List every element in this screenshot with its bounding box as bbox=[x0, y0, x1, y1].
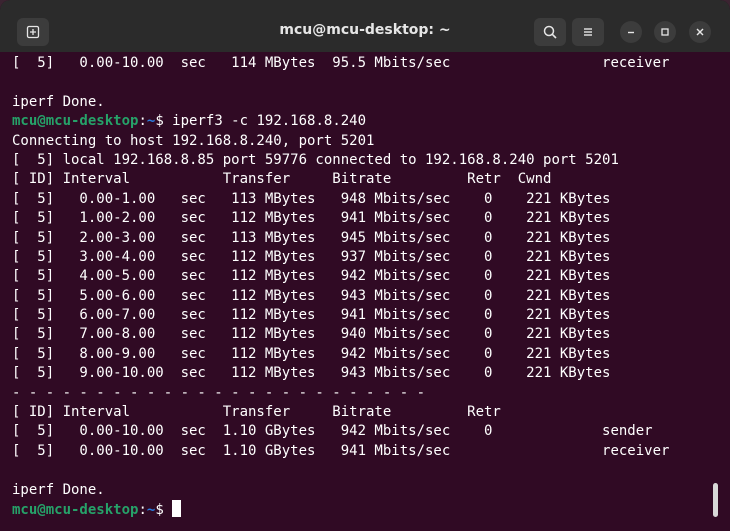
terminal-line: mcu@mcu-desktop:~$ iperf3 -c 192.168.8.2… bbox=[12, 112, 712, 131]
search-icon bbox=[543, 25, 557, 39]
terminal-line: [ 5] local 192.168.8.85 port 59776 conne… bbox=[12, 151, 619, 168]
terminal-line: [ 5] 8.00-9.00 sec 112 MBytes 942 Mbits/… bbox=[12, 345, 611, 362]
close-icon bbox=[696, 28, 704, 36]
minimize-button[interactable] bbox=[620, 21, 642, 43]
maximize-button[interactable] bbox=[654, 21, 676, 43]
terminal-line: [ 5] 7.00-8.00 sec 112 MBytes 940 Mbits/… bbox=[12, 326, 611, 343]
terminal-line: [ 5] 0.00-10.00 sec 1.10 GBytes 941 Mbit… bbox=[12, 442, 670, 459]
terminal-line: [ 5] 1.00-2.00 sec 112 MBytes 941 Mbits/… bbox=[12, 210, 611, 227]
terminal-lines: [ 5] 0.00-10.00 sec 114 MBytes 95.5 Mbit… bbox=[12, 54, 712, 519]
prompt-separator: : bbox=[138, 113, 147, 130]
prompt-user-host: mcu@mcu-desktop bbox=[12, 113, 139, 130]
menu-button[interactable] bbox=[572, 18, 604, 46]
terminal-line: [ 5] 3.00-4.00 sec 112 MBytes 937 Mbits/… bbox=[12, 248, 611, 265]
terminal-line: [ 5] 5.00-6.00 sec 112 MBytes 943 Mbits/… bbox=[12, 287, 611, 304]
hamburger-menu-icon bbox=[584, 28, 592, 36]
prompt-symbol: $ bbox=[155, 501, 173, 518]
prompt-separator: : bbox=[138, 501, 147, 518]
terminal-line: Connecting to host 192.168.8.240, port 5… bbox=[12, 132, 375, 149]
close-button[interactable] bbox=[689, 21, 711, 43]
terminal-line: - - - - - - - - - - - - - - - - - - - - … bbox=[12, 384, 426, 401]
search-button[interactable] bbox=[534, 18, 566, 46]
terminal-line: [ ID] Interval Transfer Bitrate Retr bbox=[12, 404, 501, 421]
terminal-line: [ ID] Interval Transfer Bitrate Retr Cwn… bbox=[12, 171, 552, 188]
terminal-line: [ 5] 6.00-7.00 sec 112 MBytes 941 Mbits/… bbox=[12, 307, 611, 324]
prompt-user-host: mcu@mcu-desktop bbox=[12, 501, 139, 518]
terminal-line: [ 5] 4.00-5.00 sec 112 MBytes 942 Mbits/… bbox=[12, 268, 611, 285]
terminal-output-area[interactable]: [ 5] 0.00-10.00 sec 114 MBytes 95.5 Mbit… bbox=[0, 52, 730, 531]
text-cursor bbox=[172, 499, 182, 517]
title-bar: mcu@mcu-desktop: ~ bbox=[0, 0, 730, 52]
terminal-line: [ 5] 0.00-1.00 sec 113 MBytes 948 Mbits/… bbox=[12, 190, 611, 207]
terminal-line: [ 5] 0.00-10.00 sec 114 MBytes 95.5 Mbit… bbox=[12, 55, 670, 71]
scrollbar-thumb[interactable] bbox=[713, 483, 718, 517]
command-text: iperf3 -c 192.168.8.240 bbox=[172, 113, 367, 130]
minimize-icon bbox=[628, 31, 634, 34]
terminal-line: iperf Done. bbox=[12, 93, 105, 110]
terminal-line: [ 5] 0.00-10.00 sec 1.10 GBytes 942 Mbit… bbox=[12, 423, 653, 440]
prompt-symbol: $ bbox=[155, 113, 173, 130]
terminal-line: mcu@mcu-desktop:~$ bbox=[12, 499, 712, 519]
terminal-line: iperf Done. bbox=[12, 481, 105, 498]
maximize-icon bbox=[661, 28, 669, 36]
terminal-line: [ 5] 2.00-3.00 sec 113 MBytes 945 Mbits/… bbox=[12, 229, 611, 246]
terminal-line: [ 5] 9.00-10.00 sec 112 MBytes 943 Mbits… bbox=[12, 365, 611, 382]
terminal-window: mcu@mcu-desktop: ~ [5] 0.00-10.00 sec 1… bbox=[0, 0, 730, 531]
